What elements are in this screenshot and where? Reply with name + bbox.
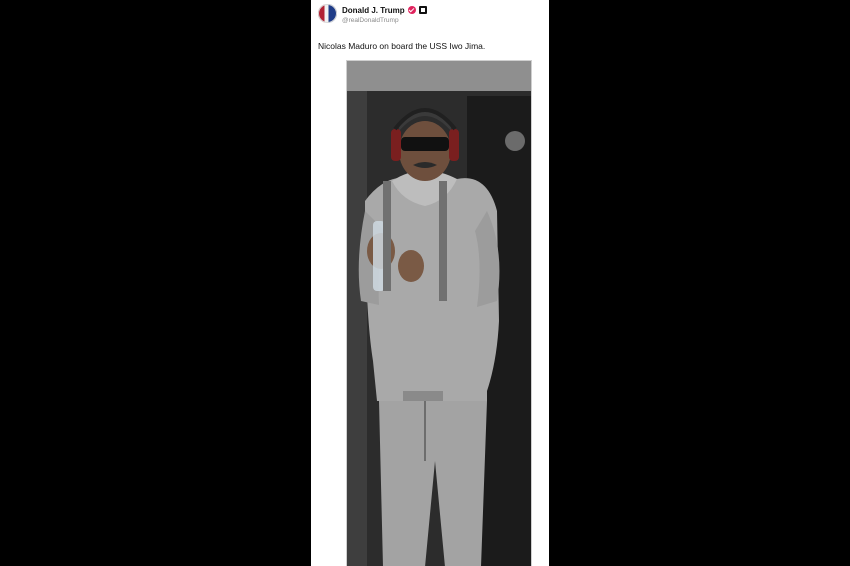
- verified-badge-icon: [407, 6, 416, 14]
- affiliation-badge-icon: [418, 6, 427, 14]
- right-hand: [398, 250, 424, 282]
- post-text: Nicolas Maduro on board the USS Iwo Jima…: [318, 41, 486, 51]
- user-handle[interactable]: @realDonaldTrump: [342, 17, 399, 24]
- harness-strap-left: [383, 181, 391, 291]
- ceiling-light: [347, 61, 531, 91]
- post-card: Donald J. Trump @realDonaldTrump Nicolas…: [311, 0, 549, 566]
- blackout-goggles: [401, 137, 449, 151]
- ear-defender-right: [449, 129, 459, 161]
- harness-strap-right: [439, 181, 447, 301]
- ear-defender-left: [391, 129, 401, 161]
- photo-content: [347, 61, 531, 566]
- door-frame: [347, 91, 367, 566]
- post-media-image[interactable]: [346, 60, 532, 566]
- display-name[interactable]: Donald J. Trump: [342, 6, 405, 15]
- post-header: Donald J. Trump @realDonaldTrump: [318, 3, 543, 29]
- avatar[interactable]: [318, 4, 337, 23]
- background-equipment: [505, 131, 525, 151]
- waistband: [403, 391, 443, 401]
- name-row: Donald J. Trump: [342, 4, 427, 16]
